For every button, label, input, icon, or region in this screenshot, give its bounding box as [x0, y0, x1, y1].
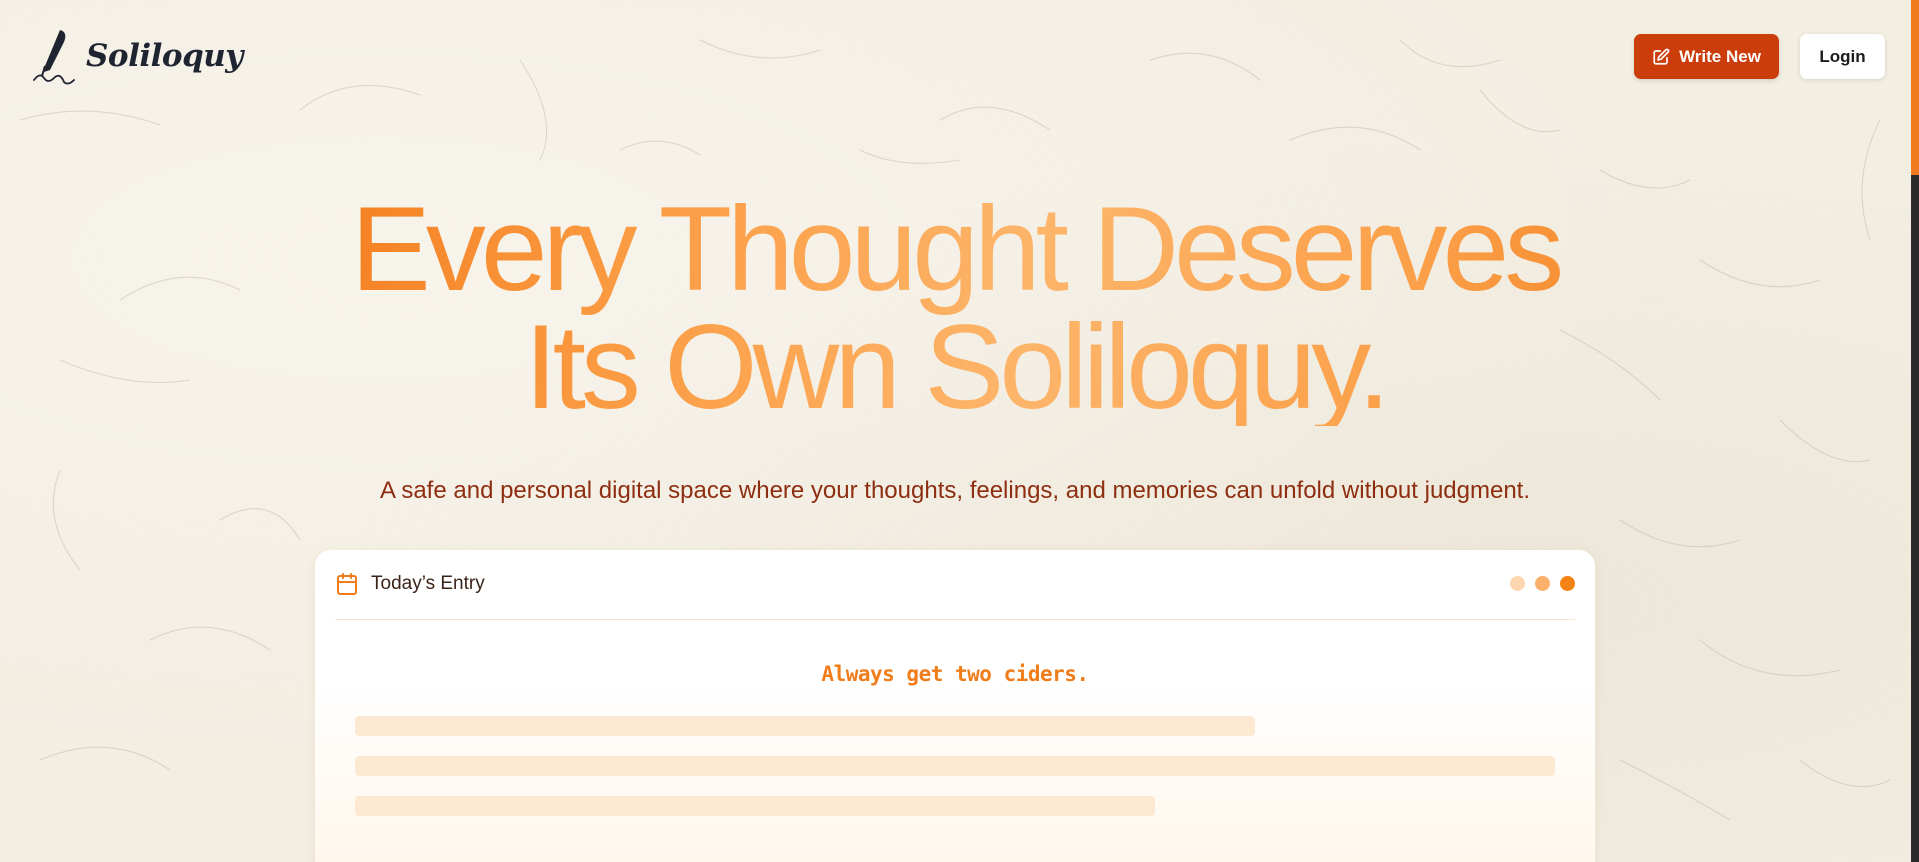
- login-label: Login: [1819, 46, 1866, 66]
- quill-pen-icon: [33, 30, 75, 85]
- calendar-icon: [337, 573, 357, 595]
- dot-mid: [1535, 576, 1550, 591]
- entry-title: Always get two ciders.: [821, 662, 1089, 686]
- write-new-button[interactable]: Write New: [1634, 34, 1779, 79]
- placeholder-line-2: [355, 756, 1555, 776]
- entry-card-label: Today’s Entry: [371, 573, 485, 594]
- placeholder-line-1: [355, 716, 1255, 736]
- hero-subtitle: A safe and personal digital space where …: [379, 477, 1531, 504]
- hero-title: Every Thought Deserves Its Own Soliloquy…: [200, 190, 1710, 426]
- entry-card-header: Today’s Entry: [335, 572, 485, 596]
- brand-name: Soliloquy: [86, 38, 243, 74]
- card-divider: [335, 619, 1575, 620]
- login-button[interactable]: Login: [1800, 34, 1885, 79]
- window-dots: [1510, 576, 1575, 591]
- hero-title-line-1: Every Thought Deserves: [350, 182, 1560, 316]
- entry-card[interactable]: Today’s Entry Always get two ciders.: [315, 550, 1595, 862]
- placeholder-line-3: [355, 796, 1155, 816]
- dot-light: [1510, 576, 1525, 591]
- scrollbar[interactable]: [1911, 0, 1919, 862]
- write-new-label: Write New: [1679, 46, 1761, 66]
- scrollbar-thumb[interactable]: [1911, 0, 1919, 175]
- dot-strong: [1560, 576, 1575, 591]
- hero-title-line-2: Its Own Soliloquy.: [524, 300, 1386, 434]
- edit-square-icon: [1653, 48, 1670, 65]
- brand-logo[interactable]: Soliloquy: [30, 26, 243, 86]
